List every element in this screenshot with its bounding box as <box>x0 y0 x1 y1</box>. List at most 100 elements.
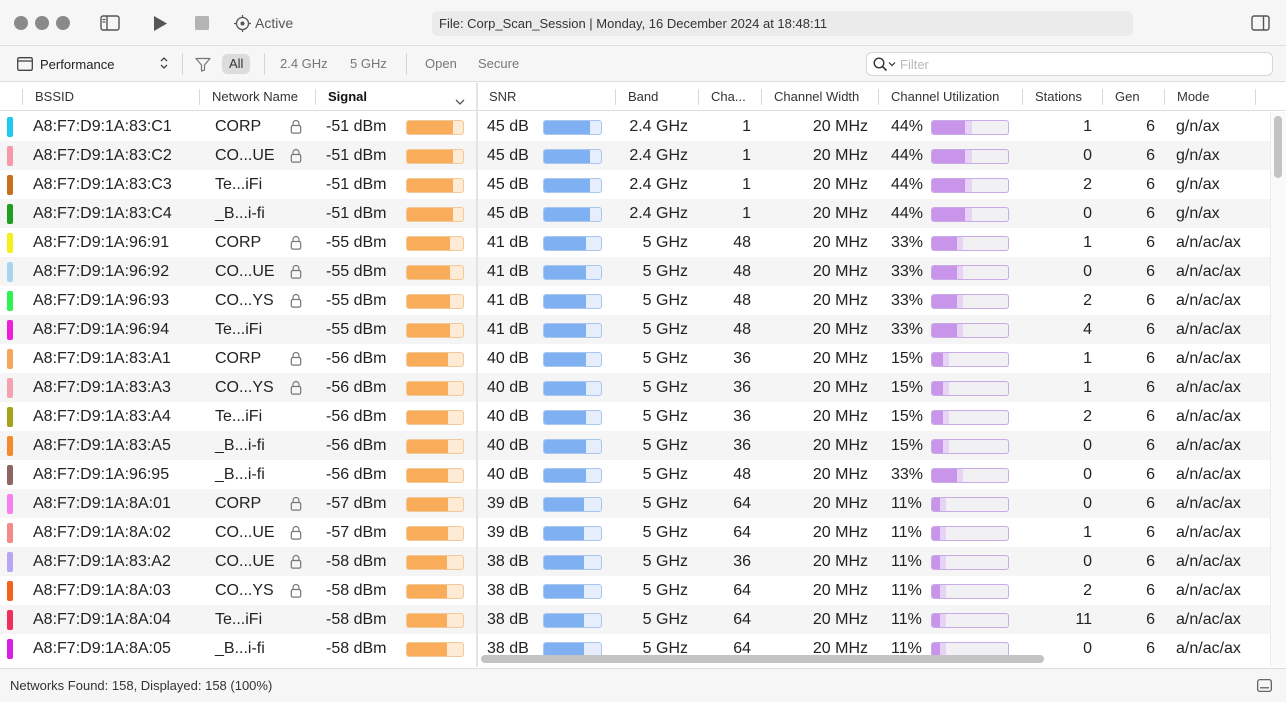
bssid-cell: A8:F7:D9:1A:83:A3 <box>33 379 171 396</box>
column-separator <box>698 89 699 105</box>
utilization-bar <box>931 584 1009 599</box>
table-row[interactable]: A8:F7:D9:1A:96:94 Te...iFi -55 dBm 41 dB 5 G… <box>0 315 1270 344</box>
network-name-cell: CO...YS <box>215 292 274 309</box>
network-name-cell: CORP <box>215 118 262 135</box>
search-icon[interactable] <box>873 57 897 75</box>
title-bar: Active File: Corp_Scan_Session | Monday,… <box>0 0 1286 46</box>
crosshair-icon[interactable] <box>233 12 251 34</box>
table-row[interactable]: A8:F7:D9:1A:83:C3 Te...iFi -51 dBm 45 dB 2.4… <box>0 170 1270 199</box>
column-header-channel-utilization[interactable]: Channel Utilization <box>891 83 1021 111</box>
network-name-cell: Te...iFi <box>215 176 263 193</box>
band-cell: 5 GHz <box>642 582 688 599</box>
stop-icon[interactable] <box>193 12 211 34</box>
network-color-swatch <box>7 349 13 369</box>
filter-funnel-icon[interactable] <box>194 55 212 73</box>
filter-search-field[interactable] <box>866 52 1273 76</box>
filter-search-input[interactable] <box>900 56 1260 72</box>
utilization-bar-fill <box>932 411 944 424</box>
table-row[interactable]: A8:F7:D9:1A:83:A1 CORP -56 dBm 40 dB 5 GHz 36… <box>0 344 1270 373</box>
column-header-channel[interactable]: Cha... <box>711 83 759 111</box>
column-header-mode[interactable]: Mode <box>1177 83 1252 111</box>
band-cell: 5 GHz <box>642 553 688 570</box>
utilization-bar <box>931 410 1009 425</box>
table-row[interactable]: A8:F7:D9:1A:96:93 CO...YS -55 dBm 41 dB 5 GH… <box>0 286 1270 315</box>
filter-secure-button[interactable]: Secure <box>471 54 526 74</box>
play-icon[interactable] <box>150 12 170 34</box>
channel-cell: 36 <box>733 350 751 367</box>
snr-cell: 39 dB <box>487 495 529 512</box>
network-name-cell: CO...YS <box>215 582 274 599</box>
column-header-channel-width[interactable]: Channel Width <box>774 83 874 111</box>
column-header-stations[interactable]: Stations <box>1035 83 1100 111</box>
table-row[interactable]: A8:F7:D9:1A:83:C2 CO...UE -51 dBm 45 dB 2.4 … <box>0 141 1270 170</box>
gen-cell: 6 <box>1146 147 1155 164</box>
channel-utilization-cell: 33% <box>891 263 924 280</box>
column-header-bssid[interactable]: BSSID <box>35 83 185 111</box>
mode-cell: a/n/ac/ax <box>1176 379 1241 396</box>
signal-bar <box>406 149 464 164</box>
snr-bar <box>543 497 602 512</box>
network-name-cell: CO...UE <box>215 553 275 570</box>
filter-open-button[interactable]: Open <box>418 54 464 74</box>
bssid-cell: A8:F7:D9:1A:83:C1 <box>33 118 172 135</box>
signal-cell: -55 dBm <box>326 263 387 280</box>
minimize-window-button[interactable] <box>35 16 49 30</box>
band-cell: 5 GHz <box>642 379 688 396</box>
column-header-snr[interactable]: SNR <box>489 83 599 111</box>
sidebar-toggle-icon[interactable] <box>99 12 121 34</box>
signal-bar <box>406 381 464 396</box>
band-cell: 2.4 GHz <box>629 176 688 193</box>
stations-cell: 0 <box>1083 466 1092 483</box>
signal-bar <box>406 120 464 135</box>
pane-splitter[interactable] <box>476 83 478 667</box>
channel-width-cell: 20 MHz <box>812 263 868 280</box>
table-row[interactable]: A8:F7:D9:1A:83:C1 CORP -51 dBm 45 dB 2.4 GHz… <box>0 112 1270 141</box>
horizontal-scrollbar[interactable] <box>478 649 1270 667</box>
column-header-gen[interactable]: Gen <box>1115 83 1160 111</box>
channel-width-cell: 20 MHz <box>812 118 868 135</box>
network-name-cell: CO...UE <box>215 524 275 541</box>
lock-icon <box>290 583 302 598</box>
zoom-window-button[interactable] <box>56 16 70 30</box>
view-popup-button[interactable]: Performance <box>12 53 178 75</box>
utilization-bar <box>931 497 1009 512</box>
table-row[interactable]: A8:F7:D9:1A:83:A2 CO...UE -58 dBm 38 dB 5 GH… <box>0 547 1270 576</box>
signal-cell: -56 dBm <box>326 437 387 454</box>
filter-all-button[interactable]: All <box>222 54 251 74</box>
table-row[interactable]: A8:F7:D9:1A:83:A4 Te...iFi -56 dBm 40 dB 5 G… <box>0 402 1270 431</box>
table-row[interactable]: A8:F7:D9:1A:8A:02 CO...UE -57 dBm 39 dB 5 GH… <box>0 518 1270 547</box>
table-row[interactable]: A8:F7:D9:1A:8A:03 CO...YS -58 dBm 38 dB 5 GH… <box>0 576 1270 605</box>
snr-bar <box>543 265 602 280</box>
inspector-toggle-icon[interactable] <box>1250 12 1270 34</box>
column-header-network-name[interactable]: Network Name <box>212 83 312 111</box>
table-row[interactable]: A8:F7:D9:1A:96:92 CO...UE -55 dBm 41 dB 5 GH… <box>0 257 1270 286</box>
filter-24ghz-button[interactable]: 2.4 GHz <box>273 54 335 74</box>
channel-width-cell: 20 MHz <box>812 466 868 483</box>
snr-cell: 45 dB <box>487 176 529 193</box>
signal-bar <box>406 613 464 628</box>
sort-descending-icon[interactable] <box>455 93 465 111</box>
table-row[interactable]: A8:F7:D9:1A:83:C4 _B...i-fi -51 dBm 45 dB 2.… <box>0 199 1270 228</box>
table-row[interactable]: A8:F7:D9:1A:8A:01 CORP -57 dBm 39 dB 5 GHz 64… <box>0 489 1270 518</box>
vertical-scroll-thumb[interactable] <box>1274 116 1282 178</box>
column-header-signal[interactable]: Signal <box>328 83 428 111</box>
close-window-button[interactable] <box>14 16 28 30</box>
signal-cell: -58 dBm <box>326 640 387 657</box>
bssid-cell: A8:F7:D9:1A:83:A1 <box>33 350 171 367</box>
table-row[interactable]: A8:F7:D9:1A:83:A5 _B...i-fi -56 dBm 40 dB 5 … <box>0 431 1270 460</box>
network-name-cell: _B...i-fi <box>215 437 265 454</box>
column-header-band[interactable]: Band <box>628 83 688 111</box>
channel-cell: 48 <box>733 263 751 280</box>
vertical-scrollbar[interactable] <box>1270 112 1286 667</box>
stations-cell: 2 <box>1083 408 1092 425</box>
filter-5ghz-button[interactable]: 5 GHz <box>343 54 394 74</box>
table-row[interactable]: A8:F7:D9:1A:83:A3 CO...YS -56 dBm 40 dB 5 GH… <box>0 373 1270 402</box>
channel-cell: 64 <box>733 495 751 512</box>
table-row[interactable]: A8:F7:D9:1A:8A:04 Te...iFi -58 dBm 38 dB 5 G… <box>0 605 1270 634</box>
horizontal-scroll-thumb[interactable] <box>481 655 1044 663</box>
bottom-panel-toggle-icon[interactable] <box>1257 679 1272 697</box>
network-color-swatch <box>7 494 13 514</box>
table-row[interactable]: A8:F7:D9:1A:96:95 _B...i-fi -56 dBm 40 dB 5 … <box>0 460 1270 489</box>
table-row[interactable]: A8:F7:D9:1A:96:91 CORP -55 dBm 41 dB 5 GHz 48… <box>0 228 1270 257</box>
lock-icon <box>290 554 302 569</box>
